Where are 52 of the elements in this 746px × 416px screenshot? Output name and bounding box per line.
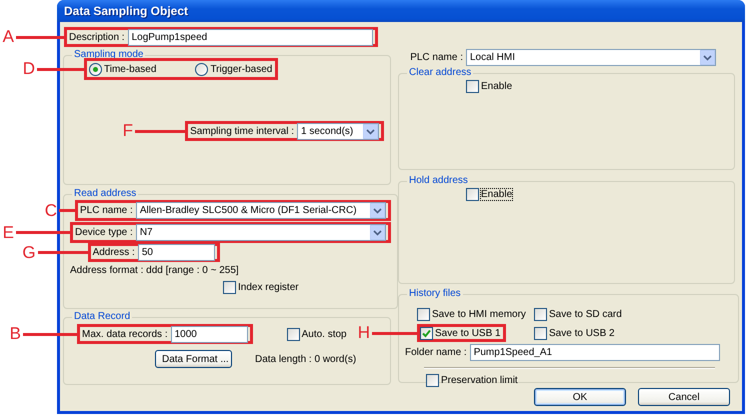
callout-letter: G	[22, 244, 36, 260]
caret-icon[interactable]	[370, 225, 385, 240]
data-format-button[interactable]: Data Format ...	[155, 350, 232, 368]
field-label: Device type :	[75, 227, 133, 238]
checkbox[interactable]: Auto. stop	[286, 328, 347, 340]
group-title: History files	[408, 288, 462, 300]
checkmark-icon	[422, 328, 431, 338]
hint-text: Address format : ddd [range : 0 ~ 255]	[70, 265, 239, 276]
dropdown[interactable]: N7	[136, 224, 386, 241]
records-field[interactable]: 1000	[170, 326, 248, 342]
callout-letter: F	[122, 122, 134, 139]
field-label: PLC name :	[410, 52, 463, 63]
checkbox[interactable]: Index register	[223, 281, 299, 294]
field-label: Folder name :	[405, 347, 467, 358]
data-length-text: Data length : 0 word(s)	[255, 354, 356, 364]
group-title: Sampling mode	[73, 49, 144, 61]
callout-letter: B	[10, 325, 21, 342]
dialog-button[interactable]: OK	[534, 388, 626, 406]
checkbox[interactable]: Save to SD card	[534, 308, 622, 320]
radio-button[interactable]: Time-based	[89, 62, 156, 76]
callout-letter: H	[358, 324, 370, 341]
group-title: Read address	[73, 188, 138, 200]
field-label: Address :	[92, 247, 135, 258]
field-label: PLC name :	[80, 205, 133, 216]
group-title: Data Record	[73, 311, 132, 323]
folder-name-field[interactable]: Pump1Speed_A1	[470, 344, 720, 361]
checkbox[interactable]: Enable	[466, 80, 512, 93]
group-title: Hold address	[408, 175, 469, 187]
checkbox[interactable]: Save to HMI memory	[417, 308, 526, 320]
dropdown[interactable]: Allen-Bradley SLC500 & Micro (DF1 Serial-CRC)	[136, 202, 386, 219]
callout-letter: E	[2, 224, 14, 240]
checkbox[interactable]: Enable	[466, 188, 512, 201]
callout-letter: D	[22, 60, 35, 77]
caret-icon[interactable]	[363, 124, 378, 138]
caret-icon[interactable]	[370, 203, 385, 218]
dropdown[interactable]: 1 second(s)	[297, 122, 379, 140]
window-title: Data Sampling Object	[64, 4, 188, 18]
checkbox[interactable]: Save to USB 2	[534, 326, 615, 340]
callout-letter: C	[44, 202, 57, 218]
checkbox[interactable]: Preservation limit	[426, 374, 518, 387]
address-field[interactable]: 50	[138, 244, 215, 261]
dialog-button[interactable]: Cancel	[638, 388, 730, 406]
description-field[interactable]: LogPump1speed	[128, 28, 373, 46]
dropdown[interactable]: Local HMI	[466, 49, 716, 66]
callout-letter: A	[2, 28, 14, 45]
field-label: Sampling time interval :	[190, 126, 294, 136]
radio-button[interactable]: Trigger-based	[195, 62, 272, 76]
field-label: Max. data records :	[82, 328, 168, 340]
field-label: Description :	[69, 32, 125, 42]
checkbox[interactable]: Save to USB 1	[420, 326, 501, 340]
caret-icon[interactable]	[700, 50, 715, 65]
group-title: Clear address	[408, 67, 472, 79]
